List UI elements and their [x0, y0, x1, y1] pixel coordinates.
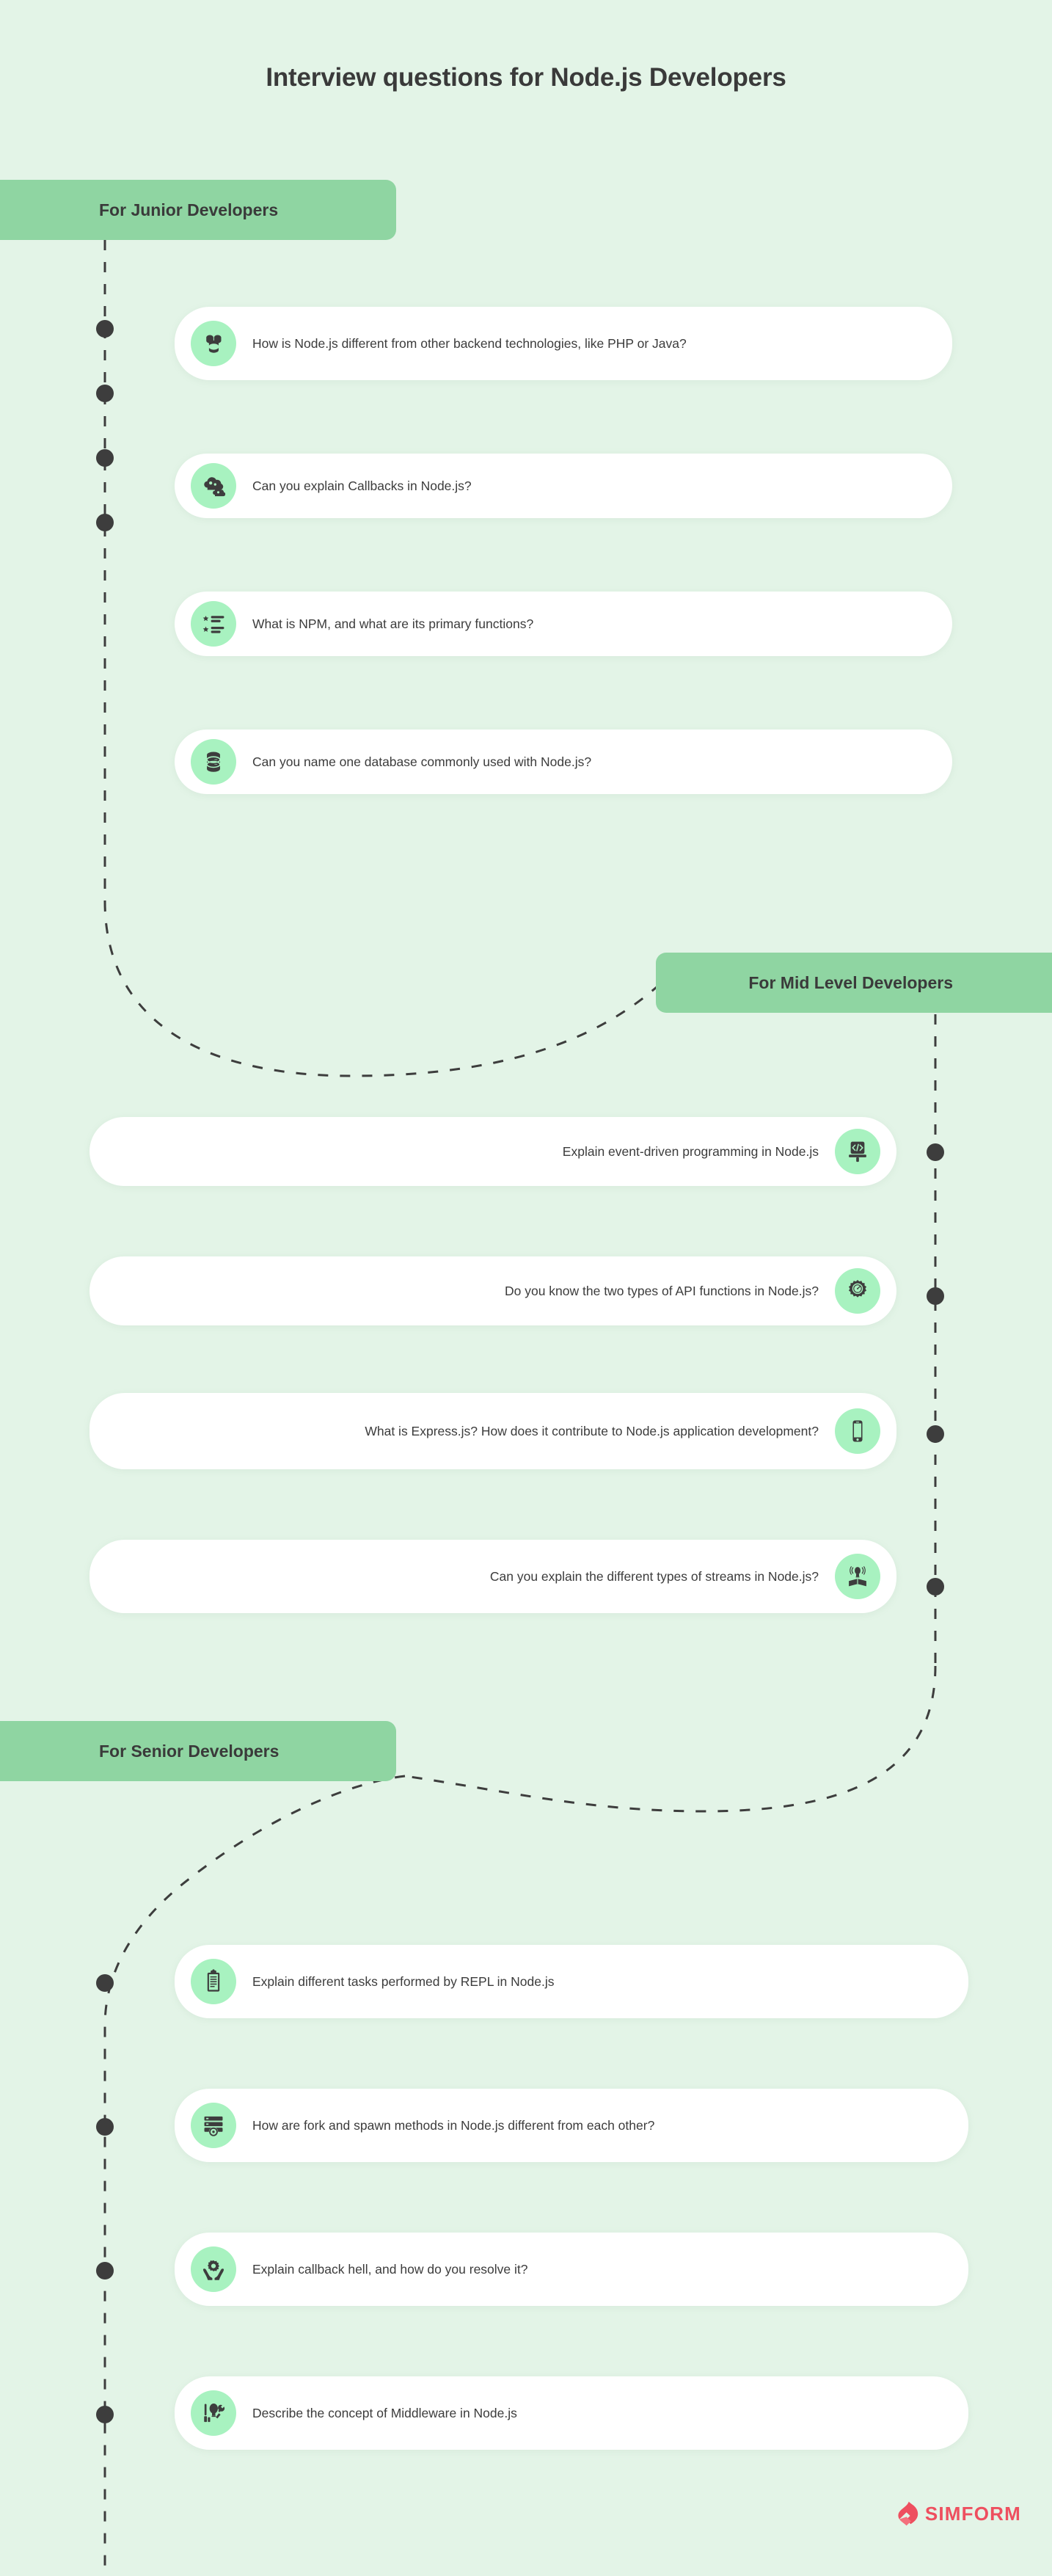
question-card[interactable]: How is Node.js different from other back…	[175, 307, 952, 380]
question-text: Do you know the two types of API functio…	[504, 1283, 819, 1298]
timeline-node	[96, 385, 114, 402]
timeline-node	[96, 449, 114, 467]
question-text: Explain callback hell, and how do you re…	[252, 2261, 528, 2277]
question-card[interactable]: Can you name one database commonly used …	[175, 729, 952, 794]
question-text: How are fork and spawn methods in Node.j…	[252, 2117, 655, 2133]
question-text: Explain event-driven programming in Node…	[562, 1143, 819, 1159]
database-stack-icon	[191, 321, 236, 366]
section-header-senior: For Senior Developers	[0, 1721, 396, 1781]
question-card[interactable]: Describe the concept of Middleware in No…	[175, 2376, 968, 2450]
code-brush-icon	[835, 1129, 880, 1174]
gear-speed-icon	[835, 1268, 880, 1314]
question-text: Describe the concept of Middleware in No…	[252, 2405, 517, 2420]
junior-to-mid-curve	[103, 900, 657, 1077]
infographic-page: Interview questions for Node.js Develope…	[0, 0, 1052, 2576]
section-header-label: For Mid Level Developers	[748, 972, 953, 992]
question-card[interactable]: What is NPM, and what are its primary fu…	[175, 592, 952, 656]
simform-logo: SIMFORM	[897, 2501, 1021, 2526]
question-card[interactable]: Explain different tasks performed by REP…	[175, 1945, 968, 2018]
question-card[interactable]: Explain event-driven programming in Node…	[90, 1117, 896, 1186]
mid-to-senior-curve	[404, 1665, 937, 1813]
question-text: Can you name one database commonly used …	[252, 754, 592, 769]
section-header-label: For Senior Developers	[99, 1741, 280, 1761]
question-card[interactable]: Can you explain the different types of s…	[90, 1540, 896, 1613]
timeline-node	[927, 1143, 944, 1161]
timeline-node	[96, 2118, 114, 2136]
mobile-phone-icon	[835, 1408, 880, 1454]
question-card[interactable]: Explain callback hell, and how do you re…	[175, 2233, 968, 2306]
timeline-node	[96, 320, 114, 338]
timeline-node	[96, 1974, 114, 1992]
idea-book-icon	[835, 1554, 880, 1599]
timeline-node	[927, 1287, 944, 1305]
question-text: Can you explain the different types of s…	[489, 1568, 819, 1584]
question-card[interactable]: Can you explain Callbacks in Node.js?	[175, 454, 952, 518]
question-text: What is NPM, and what are its primary fu…	[252, 616, 534, 631]
section-header-mid: For Mid Level Developers	[656, 953, 1052, 1013]
hands-gear-icon	[191, 2246, 236, 2292]
section-header-junior: For Junior Developers	[0, 180, 396, 240]
question-card[interactable]: Do you know the two types of API functio…	[90, 1256, 896, 1325]
timeline-node	[96, 2262, 114, 2280]
question-text: What is Express.js? How does it contribu…	[365, 1423, 819, 1438]
question-card[interactable]: What is Express.js? How does it contribu…	[90, 1393, 896, 1469]
timeline-node	[96, 2406, 114, 2423]
star-list-icon	[191, 601, 236, 647]
cloud-gears-icon	[191, 463, 236, 509]
timeline-node	[927, 1425, 944, 1443]
simform-flame-icon	[897, 2501, 919, 2526]
question-text: Explain different tasks performed by REP…	[252, 1973, 555, 1989]
senior-timeline-line	[103, 1775, 406, 2576]
question-text: How is Node.js different from other back…	[252, 335, 687, 351]
clipboard-icon	[191, 1959, 236, 2004]
server-search-icon	[191, 2103, 236, 2148]
database-icon	[191, 739, 236, 785]
bulb-tools-icon	[191, 2390, 236, 2436]
section-header-label: For Junior Developers	[99, 200, 279, 219]
question-text: Can you explain Callbacks in Node.js?	[252, 478, 472, 493]
question-card[interactable]: How are fork and spawn methods in Node.j…	[175, 2089, 968, 2162]
simform-wordmark: SIMFORM	[924, 2502, 1021, 2525]
timeline-node	[927, 1578, 944, 1596]
page-title: Interview questions for Node.js Develope…	[266, 63, 786, 92]
timeline-node	[96, 514, 114, 531]
